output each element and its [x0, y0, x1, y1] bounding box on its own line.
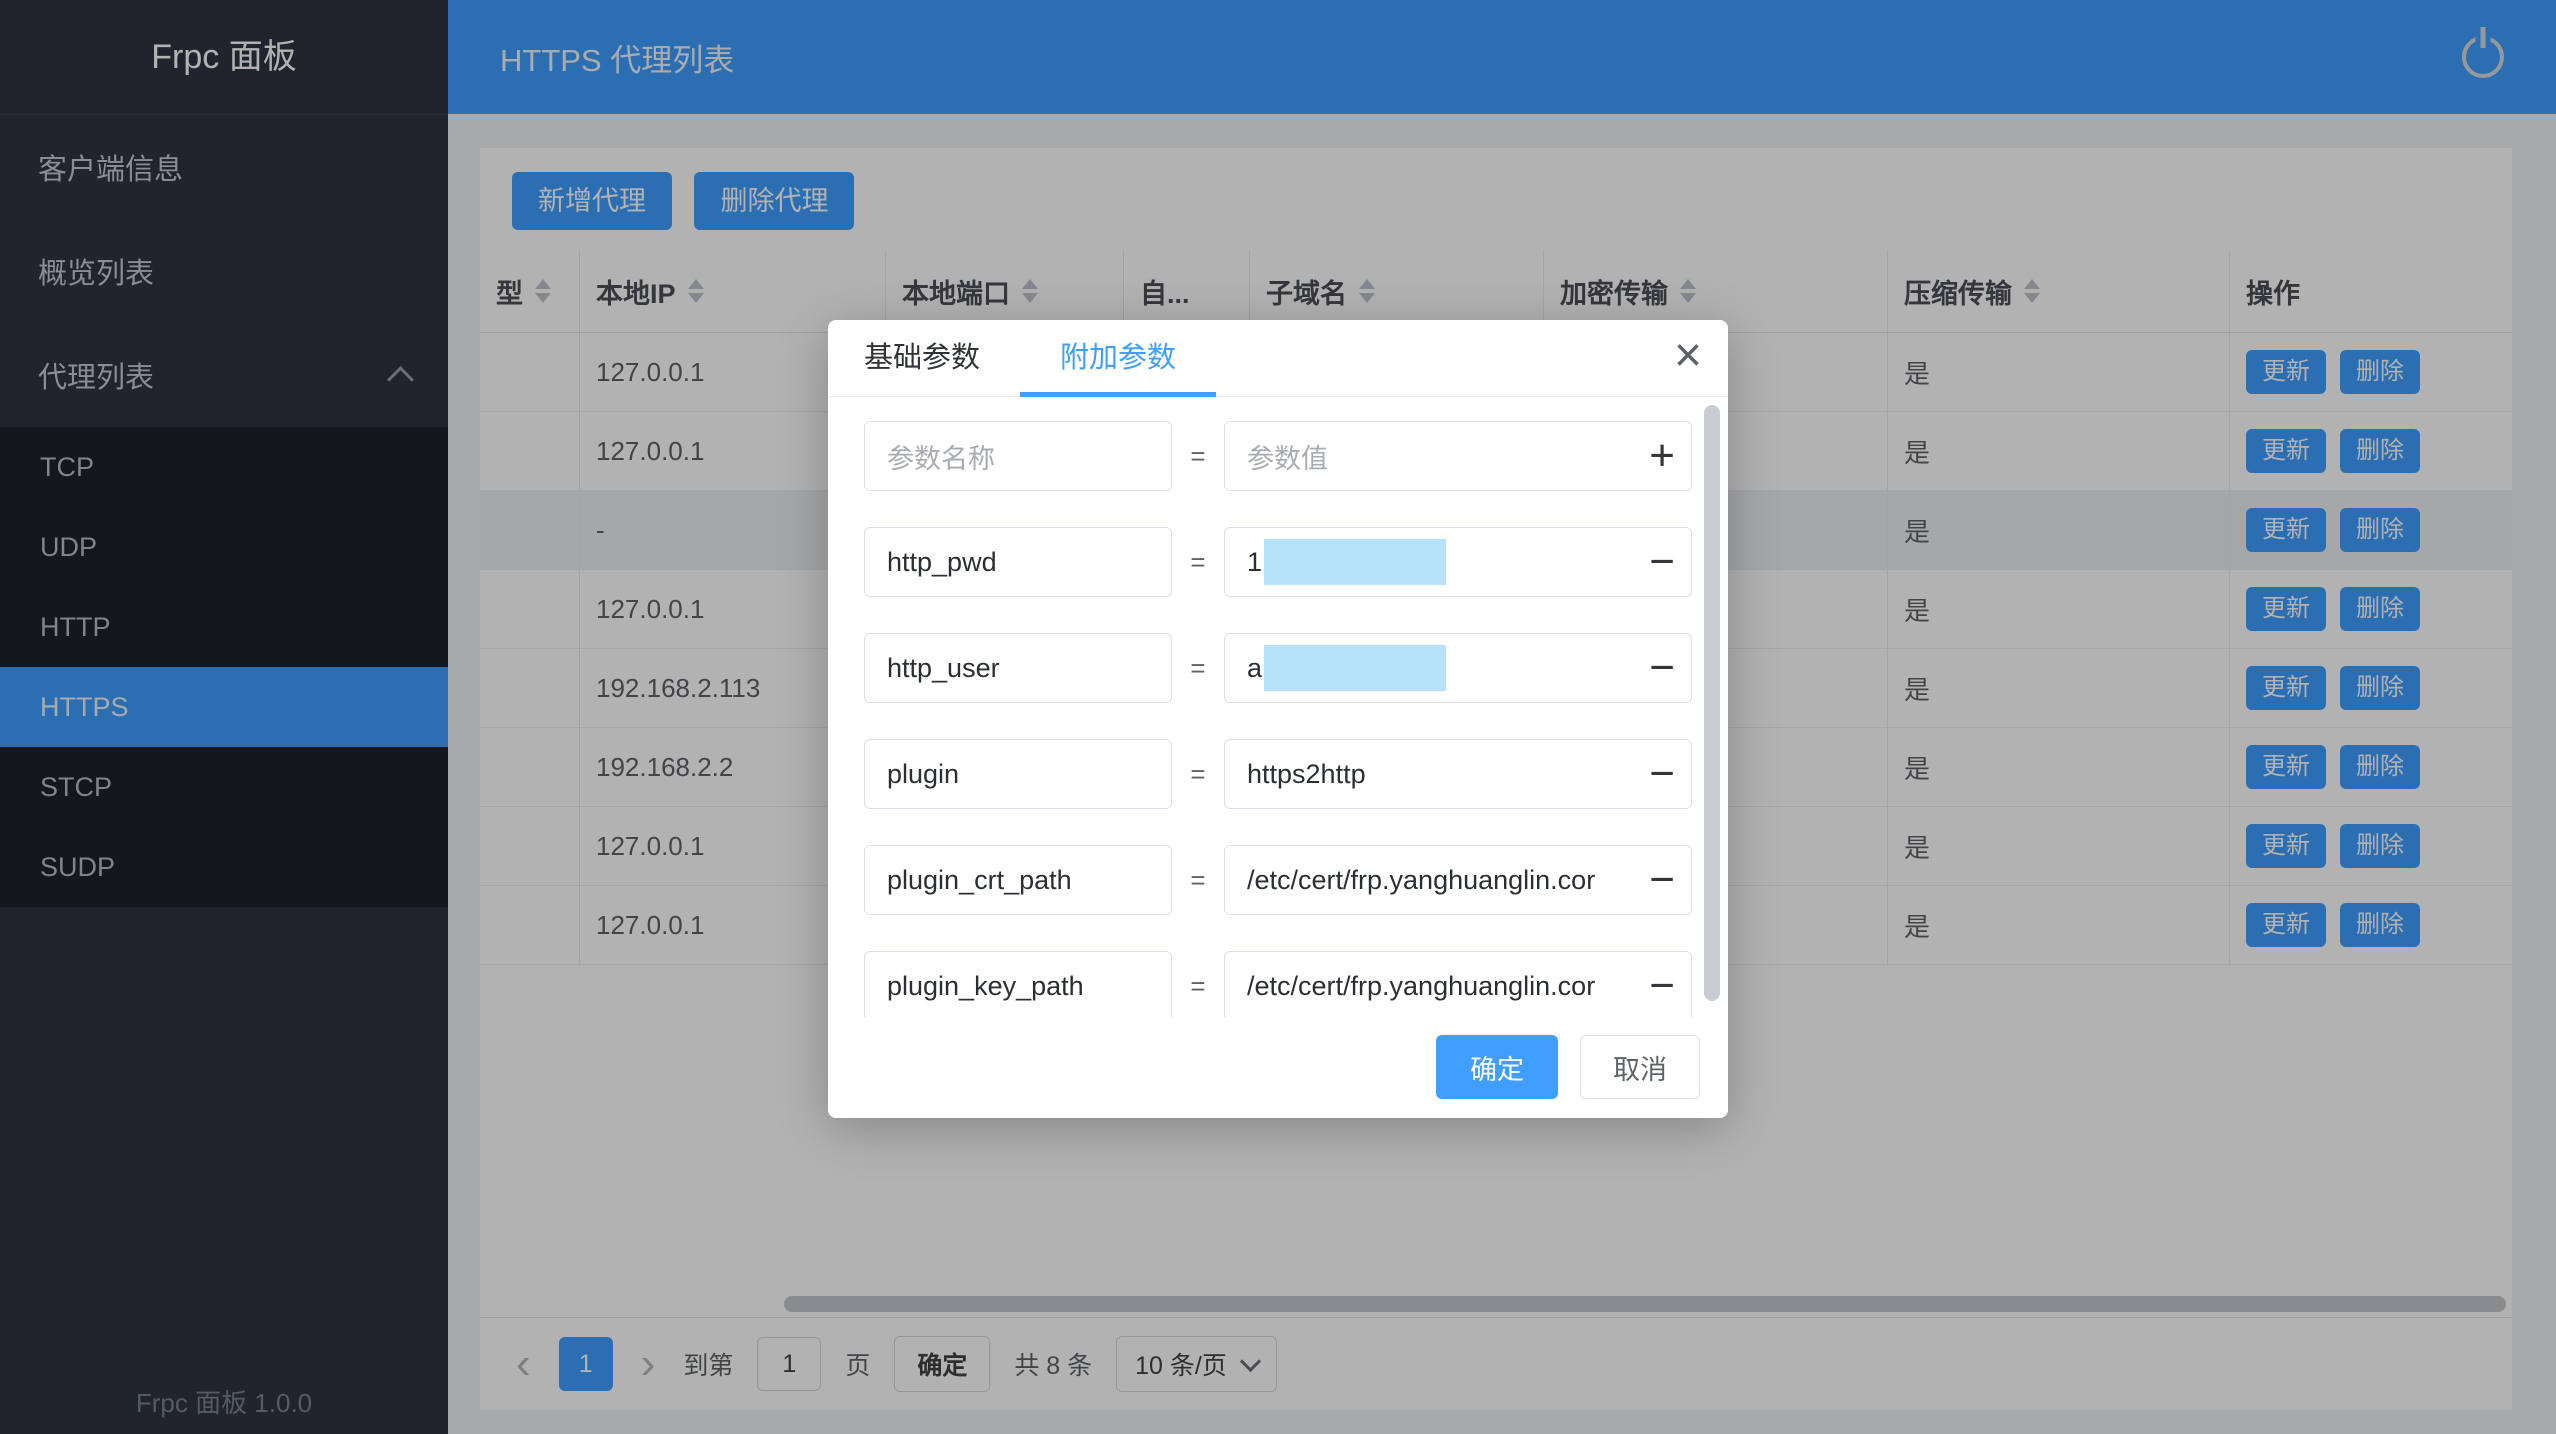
equals-label: = [1172, 547, 1224, 578]
param-row: plugin = https2http − [864, 739, 1728, 809]
param-value-input[interactable]: /etc/cert/frp.yanghuanglin.cor − [1224, 845, 1692, 915]
param-name-text: plugin_key_path [887, 971, 1084, 1002]
text-selection-highlight [1264, 645, 1446, 691]
remove-param-button[interactable]: − [1649, 540, 1675, 584]
param-name-placeholder: 参数名称 [887, 437, 995, 476]
param-name-input[interactable]: http_user [864, 633, 1172, 703]
param-name-input[interactable]: plugin_key_path [864, 951, 1172, 1017]
tab-basic-params[interactable]: 基础参数 [864, 320, 1020, 396]
param-value-input[interactable]: /etc/cert/frp.yanghuanglin.cor − [1224, 951, 1692, 1017]
remove-param-button[interactable]: − [1649, 858, 1675, 902]
param-name-text: http_user [887, 653, 1000, 684]
param-name-text: plugin [887, 759, 959, 790]
param-list: 参数名称=参数值+http_pwd=1−http_user=a−plugin=h… [864, 421, 1728, 1017]
dialog-footer: 确定 取消 [828, 1016, 1700, 1118]
param-value-text: 1 [1247, 547, 1262, 578]
equals-label: = [1172, 653, 1224, 684]
remove-param-button[interactable]: − [1649, 964, 1675, 1008]
close-icon[interactable]: × [1674, 332, 1702, 380]
param-name-text: plugin_crt_path [887, 865, 1072, 896]
param-name-input[interactable]: http_pwd [864, 527, 1172, 597]
equals-label: = [1172, 441, 1224, 472]
param-value-text: a [1247, 653, 1262, 684]
param-name-input[interactable]: plugin [864, 739, 1172, 809]
param-value-text: /etc/cert/frp.yanghuanglin.cor [1247, 865, 1595, 896]
remove-param-button[interactable]: − [1649, 646, 1675, 690]
param-value-input[interactable]: 1− [1224, 527, 1692, 597]
confirm-button[interactable]: 确定 [1436, 1035, 1558, 1099]
dialog-scrollbar[interactable] [1704, 405, 1720, 1001]
param-name-input[interactable]: 参数名称 [864, 421, 1172, 491]
equals-label: = [1172, 971, 1224, 1002]
param-row: plugin_crt_path=/etc/cert/frp.yanghuangl… [864, 845, 1728, 915]
equals-label: = [1172, 865, 1224, 896]
equals-label: = [1172, 759, 1224, 790]
param-row: http_pwd=1− [864, 527, 1728, 597]
param-value-input[interactable]: https2http − [1224, 739, 1692, 809]
add-param-button[interactable]: + [1649, 434, 1675, 478]
param-name-input[interactable]: plugin_crt_path [864, 845, 1172, 915]
remove-param-button[interactable]: − [1649, 752, 1675, 796]
param-value-input[interactable]: 参数值 + [1224, 421, 1692, 491]
param-name-text: http_pwd [887, 547, 997, 578]
param-row: 参数名称 = 参数值 + [864, 421, 1728, 491]
text-selection-highlight [1264, 539, 1446, 585]
param-value-input[interactable]: a− [1224, 633, 1692, 703]
param-value-placeholder: 参数值 [1247, 437, 1328, 476]
param-row: plugin_key_path=/etc/cert/frp.yanghuangl… [864, 951, 1728, 1017]
param-row: http_user=a− [864, 633, 1728, 703]
cancel-button[interactable]: 取消 [1580, 1035, 1700, 1099]
dialog-tabs: 基础参数 附加参数 [828, 320, 1728, 397]
tab-extra-params[interactable]: 附加参数 [1020, 320, 1216, 396]
dialog-body: 参数名称=参数值+http_pwd=1−http_user=a−plugin=h… [828, 397, 1728, 1017]
edit-proxy-dialog: 基础参数 附加参数 × 参数名称=参数值+http_pwd=1−http_use… [828, 320, 1728, 1118]
param-value-text: https2http [1247, 759, 1366, 790]
param-value-text: /etc/cert/frp.yanghuanglin.cor [1247, 971, 1595, 1002]
